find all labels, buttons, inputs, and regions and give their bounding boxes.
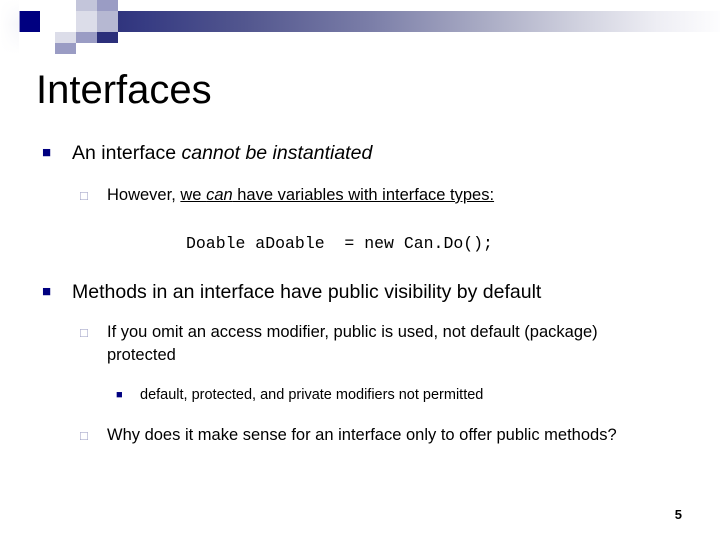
bullet-square-hollow: □ — [80, 428, 88, 443]
header-square-motif — [97, 11, 118, 32]
bullet-text: Why does it make sense for an interface … — [107, 426, 617, 444]
bullet-square-filled-small: ■ — [116, 389, 123, 401]
bullet-level2: □ Why does it make sense for an interfac… — [0, 424, 720, 447]
bullet-level2: □ However, we can have variables with in… — [0, 184, 720, 207]
bullet-text-part: An interface — [72, 142, 182, 164]
header-square-motif — [97, 32, 118, 43]
bullet-level2: □ If you omit an access modifier, public… — [0, 321, 720, 367]
header-square-motif — [76, 0, 97, 11]
header-square-motif — [55, 43, 76, 54]
bullet-text: If you omit an access modifier, public i… — [107, 323, 598, 364]
bullet-square-hollow: □ — [80, 325, 88, 340]
slide-header-decoration — [0, 0, 720, 54]
bullet-level1: ■ An interface cannot be instantiated — [0, 140, 720, 166]
bullet-square-filled: ■ — [42, 283, 52, 300]
bullet-text-part-italic-underline: can — [206, 186, 233, 204]
page-number: 5 — [674, 507, 682, 522]
bullet-text: However, we can have variables with inte… — [107, 184, 494, 207]
bullet-level1: ■ Methods in an interface have public vi… — [0, 279, 720, 305]
bullet-text-part-underline: have variables with interface types: — [232, 186, 495, 204]
bullet-text: Methods in an interface have public visi… — [72, 281, 542, 303]
header-gradient-bar — [97, 11, 720, 32]
bullet-text-part-italic: cannot be instantiated — [181, 142, 373, 164]
header-square-motif — [97, 0, 118, 11]
slide-body: ■ An interface cannot be instantiated □ … — [0, 140, 720, 447]
header-square-accent — [19, 11, 40, 32]
page-title: Interfaces — [36, 68, 212, 112]
bullet-level3: ■ default, protected, and private modifi… — [0, 385, 720, 406]
bullet-text-part: However, — [107, 186, 181, 204]
header-square-motif — [76, 11, 97, 32]
code-sample: Doable aDoable = new Can.Do(); — [186, 234, 493, 253]
header-left-fade-overlay — [0, 0, 20, 54]
bullet-text: default, protected, and private modifier… — [140, 387, 484, 403]
header-square-motif — [55, 11, 76, 32]
bullet-square-filled: ■ — [42, 144, 52, 161]
bullet-text-part-underline: we — [180, 186, 207, 204]
bullet-text: An interface cannot be instantiated — [72, 140, 372, 166]
header-square-motif — [76, 32, 97, 43]
bullet-square-hollow: □ — [80, 188, 88, 203]
header-square-motif — [55, 32, 76, 43]
